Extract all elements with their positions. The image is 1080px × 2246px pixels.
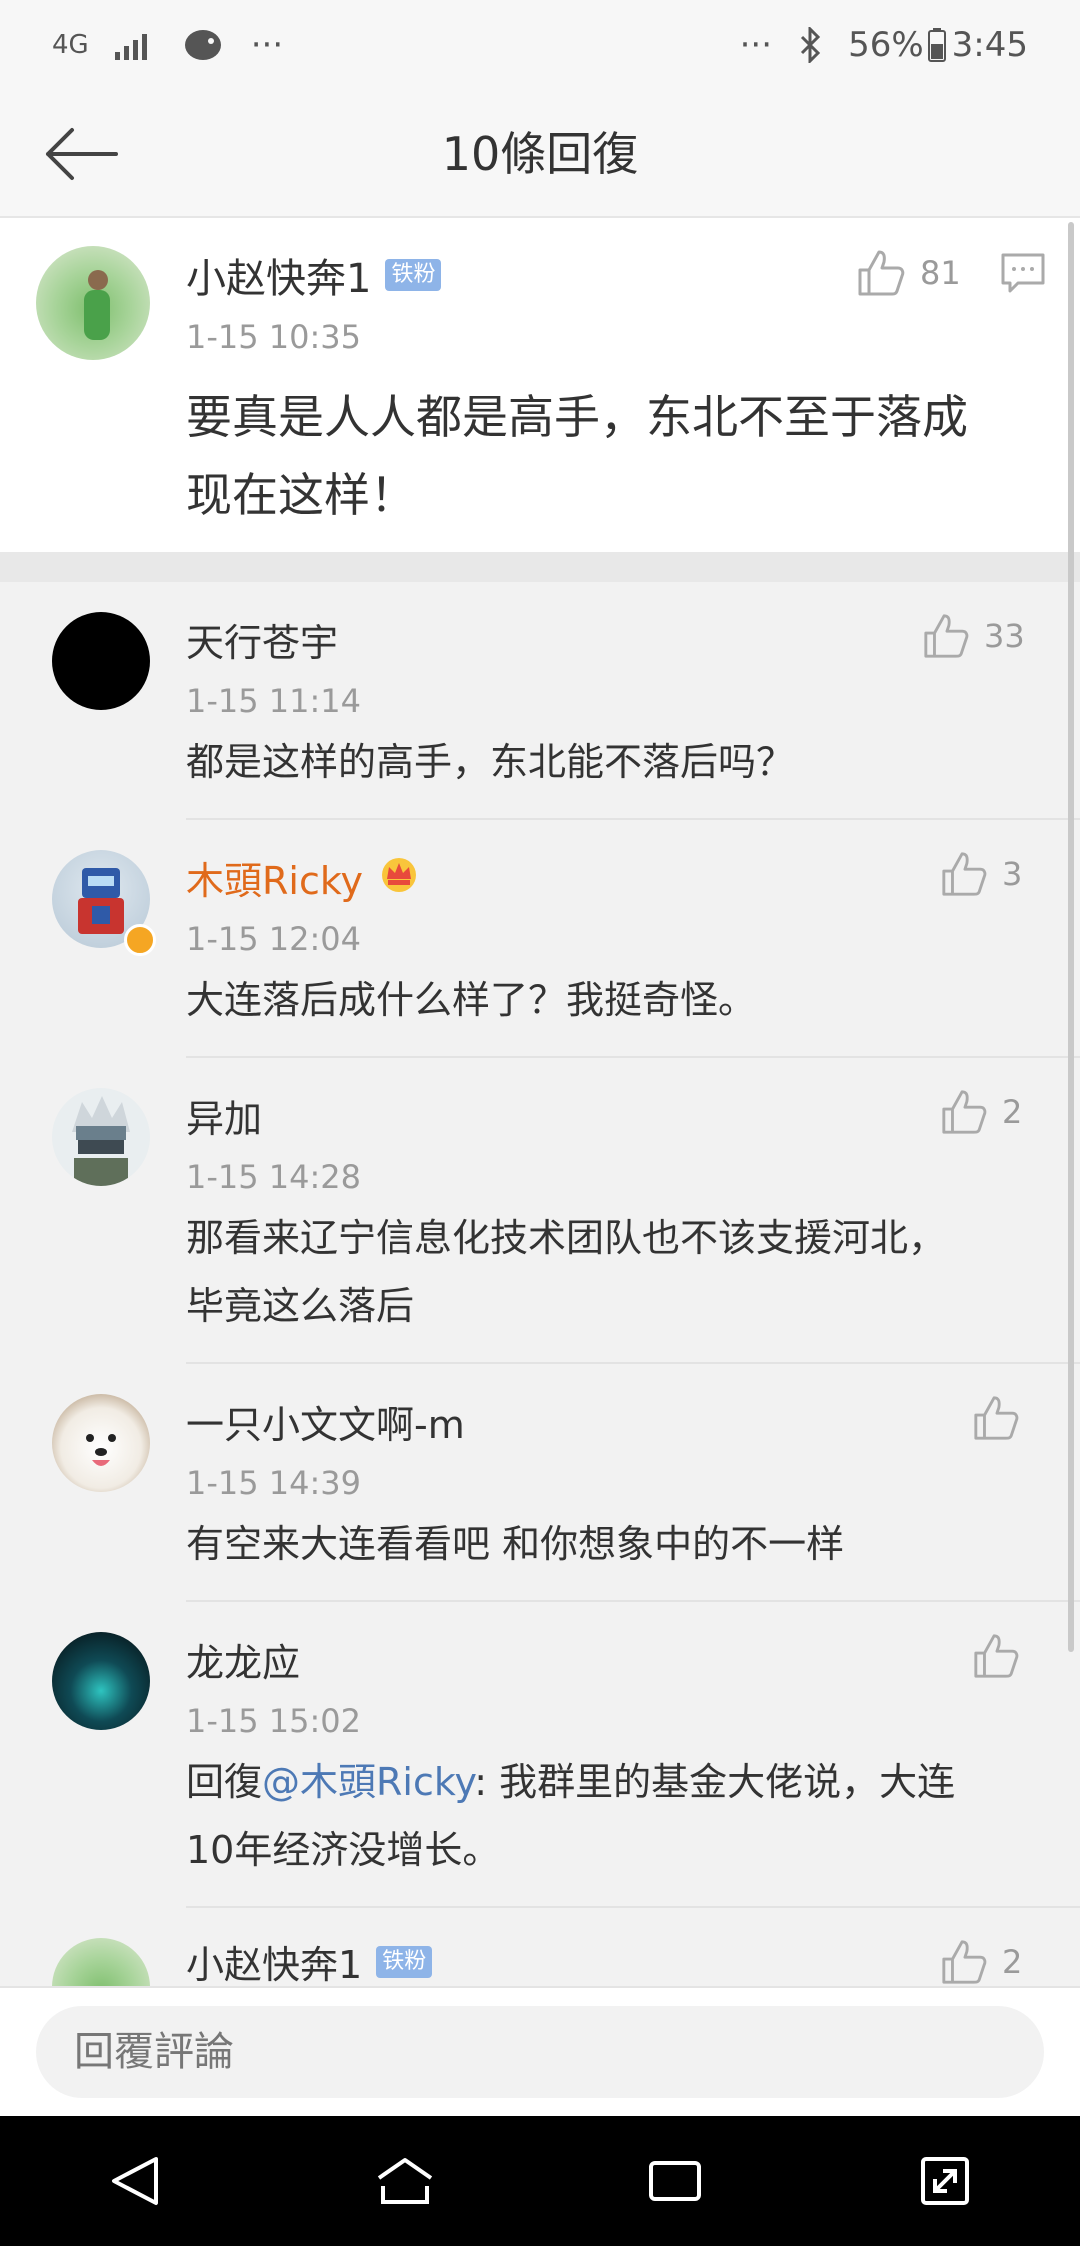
- reply-text-line: 回復@木頭Ricky: 我群里的基金大佬说，大连: [186, 1748, 955, 1816]
- comment-icon: [1001, 253, 1045, 293]
- like-button[interactable]: 2: [940, 1088, 1022, 1136]
- reply-time: 1-15 15:02: [186, 1702, 362, 1740]
- avatar[interactable]: [52, 1632, 150, 1730]
- verified-badge-icon: [124, 924, 156, 956]
- app-notification-icon: [181, 27, 225, 63]
- comment-text-line: 要真是人人都是高手，东北不至于落成: [186, 390, 968, 444]
- page-title: 10條回復: [441, 127, 639, 181]
- more-notifications-icon: ···: [250, 25, 284, 65]
- comment-author[interactable]: 小赵快奔1 铁粉: [186, 246, 442, 304]
- like-button[interactable]: 33: [922, 612, 1025, 660]
- thumbs-up-icon: [942, 1090, 987, 1134]
- reply-time: 1-15 14:39: [186, 1464, 362, 1502]
- thumbs-up-icon: [924, 614, 969, 658]
- section-divider: [0, 552, 1080, 582]
- avatar[interactable]: [52, 612, 150, 710]
- reply-text-line: 毕竟这么落后: [186, 1284, 415, 1328]
- author-name: 小赵快奔1: [186, 1943, 363, 1986]
- main-comment: 小赵快奔1 铁粉 1-15 10:35 81 要真是人人都是高手，东北不至于落成…: [0, 218, 1080, 552]
- replies-list: 天行苍宇 1-15 11:14 33 都是这样的高手，东北能不落后吗？ 木頭Ri…: [0, 582, 1080, 1986]
- like-count: 3: [1002, 855, 1023, 893]
- fan-badge: 铁粉: [385, 259, 442, 291]
- reply-time: 1-15 14:28: [186, 1158, 362, 1196]
- nav-recents-icon: [649, 2161, 701, 2201]
- reply-item: 龙龙应 1-15 15:02 回復@木頭Ricky: 我群里的基金大佬说，大连 …: [0, 1602, 1080, 1908]
- comment-text: 要真是人人都是高手，东北不至于落成 现在这样！: [186, 378, 968, 534]
- reply-item: 一只小文文啊-m 1-15 14:39 有空来大连看看吧 和你想象中的不一样: [0, 1364, 1080, 1602]
- expand-icon: [921, 2157, 969, 2205]
- like-count: 2: [1002, 1943, 1023, 1981]
- reply-comment-button[interactable]: [1000, 252, 1046, 294]
- reply-text: 回復@木頭Ricky: 我群里的基金大佬说，大连 10年经济没增长。: [186, 1748, 955, 1884]
- avatar[interactable]: [52, 1938, 150, 1986]
- reply-text-line: 10年经济没增长。: [186, 1828, 501, 1872]
- reply-item: 天行苍宇 1-15 11:14 33 都是这样的高手，东北能不落后吗？: [0, 582, 1080, 820]
- nav-home-button[interactable]: [355, 2131, 455, 2231]
- nav-recents-button[interactable]: [625, 2131, 725, 2231]
- reply-author[interactable]: 龙龙应: [186, 1632, 300, 1687]
- reply-text-rest: : 我群里的基金大佬说，大连: [474, 1760, 956, 1804]
- scrollbar[interactable]: [1068, 222, 1074, 1652]
- avatar[interactable]: [52, 1088, 150, 1186]
- thumbs-up-icon: [858, 250, 905, 296]
- nav-back-icon: [112, 2157, 158, 2205]
- nav-home-icon: [377, 2158, 433, 2204]
- thumbs-up-icon: [974, 1634, 1019, 1678]
- reply-author[interactable]: 一只小文文啊-m: [186, 1394, 465, 1449]
- reply-item: 小赵快奔1 铁粉 2: [0, 1908, 1080, 1986]
- clock: 3:45: [951, 25, 1028, 65]
- reply-item: 异加 1-15 14:28 2 那看来辽宁信息化技术团队也不该支援河北， 毕竟这…: [0, 1058, 1080, 1364]
- reply-item: 木頭Ricky 1-15 12:04 3 大连落后成什么样了？我挺奇怪。: [0, 820, 1080, 1058]
- nav-back-button[interactable]: [85, 2131, 185, 2231]
- like-count: 33: [984, 617, 1025, 655]
- reply-text: 大连落后成什么样了？我挺奇怪。: [186, 978, 757, 1022]
- comment-text-line: 现在这样！: [186, 468, 416, 522]
- battery-percent: 56%: [848, 25, 924, 65]
- reply-text: 都是这样的高手，东北能不落后吗？: [186, 740, 795, 784]
- back-button[interactable]: [36, 116, 126, 192]
- thumbs-up-icon: [942, 852, 987, 896]
- reply-time: 1-15 12:04: [186, 920, 362, 958]
- nav-expand-button[interactable]: [895, 2131, 995, 2231]
- like-button[interactable]: [972, 1632, 1020, 1680]
- reply-input[interactable]: 回覆評論: [36, 2006, 1044, 2098]
- author-name: 木頭Ricky: [186, 859, 363, 903]
- comment-time: 1-15 10:35: [186, 318, 362, 356]
- reply-text: 有空来大连看看吧 和你想象中的不一样: [186, 1522, 845, 1566]
- like-count: 81: [920, 254, 961, 292]
- header-bar: 10條回復: [0, 90, 1080, 218]
- vip-crown-icon: [377, 853, 421, 902]
- reply-text: 那看来辽宁信息化技术团队也不该支援河北， 毕竟这么落后: [186, 1204, 946, 1340]
- reply-text-line: 那看来辽宁信息化技术团队也不该支援河北，: [186, 1216, 947, 1260]
- reply-author[interactable]: 异加: [186, 1088, 262, 1143]
- bluetooth-icon: [798, 27, 822, 63]
- more-status-icon: ···: [739, 25, 773, 65]
- reply-author[interactable]: 天行苍宇: [186, 612, 338, 667]
- reply-time: 1-15 11:14: [186, 682, 362, 720]
- like-button[interactable]: 2: [940, 1938, 1022, 1986]
- back-arrow-icon: [46, 128, 118, 180]
- like-button[interactable]: 3: [940, 850, 1022, 898]
- avatar[interactable]: [36, 246, 150, 360]
- reply-input-bar: 回覆評論: [0, 1986, 1080, 2116]
- reply-author[interactable]: 木頭Ricky: [186, 850, 421, 905]
- avatar[interactable]: [52, 1394, 150, 1492]
- like-count: 2: [1002, 1093, 1023, 1131]
- fan-badge: 铁粉: [376, 1945, 433, 1978]
- author-name: 小赵快奔1: [186, 256, 372, 302]
- reply-author[interactable]: 小赵快奔1 铁粉: [186, 1934, 433, 1986]
- like-button[interactable]: [972, 1394, 1020, 1442]
- system-nav-bar: [0, 2116, 1080, 2246]
- network-4g-icon: 4G: [52, 30, 89, 60]
- mention-link[interactable]: @木頭Ricky: [262, 1760, 474, 1804]
- thumbs-up-icon: [942, 1940, 987, 1984]
- signal-icon: [114, 30, 155, 60]
- reply-prefix: 回復: [186, 1760, 263, 1804]
- thumbs-up-icon: [974, 1396, 1019, 1440]
- like-button[interactable]: 81: [856, 248, 961, 298]
- battery-icon: [927, 28, 946, 62]
- status-bar: 4G ··· ··· 56% 3:45: [0, 0, 1080, 90]
